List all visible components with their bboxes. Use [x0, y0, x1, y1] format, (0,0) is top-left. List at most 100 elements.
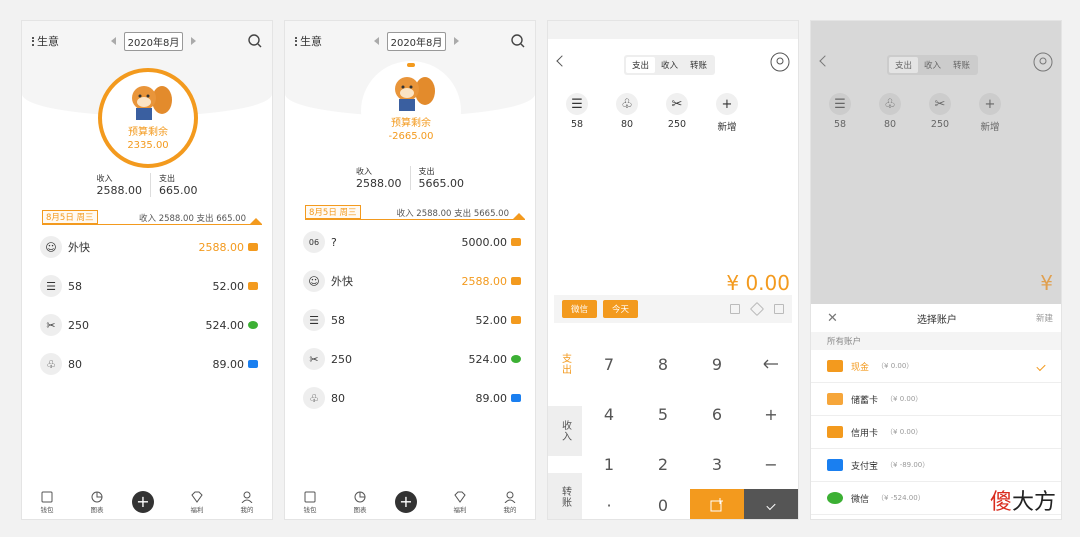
add-record-button[interactable]: + [395, 491, 425, 513]
key-plus[interactable]: + [744, 389, 798, 439]
account-button[interactable]: 微信 [562, 300, 598, 318]
mode-transfer[interactable]: 转账 [548, 473, 582, 519]
date-button[interactable]: 今天 [603, 300, 639, 318]
category-58[interactable]: ☰ 58 [562, 93, 592, 133]
ledger-menu[interactable]: 生意 [295, 33, 322, 49]
tab-profile[interactable]: 我的 [232, 491, 262, 514]
collapse-icon[interactable] [513, 213, 525, 219]
category-250: ✂ 250 [925, 93, 955, 133]
key-minus[interactable]: − [744, 439, 798, 489]
segment-expense[interactable]: 支出 [626, 57, 656, 73]
search-icon[interactable] [511, 34, 525, 48]
transaction-row[interactable]: ☰ 58 52.00 [40, 271, 258, 301]
tab-charts[interactable]: 图表 [82, 491, 112, 514]
transaction-row[interactable]: ☺ 外快 2588.00 [40, 232, 258, 262]
transaction-row[interactable]: ♧ 80 89.00 [40, 349, 258, 379]
budget-ring[interactable]: 预算剩余 -2665.00 [361, 61, 461, 161]
budget-ring[interactable]: 预算剩余 2335.00 [98, 68, 198, 168]
checkbox-icon[interactable] [774, 304, 784, 314]
tab-benefits[interactable]: 福利 [182, 491, 212, 514]
search-icon[interactable] [248, 34, 262, 48]
sheet-header: ✕ 选择账户 新建 [811, 304, 1061, 332]
prev-month-icon[interactable] [110, 37, 116, 45]
transaction-row[interactable]: ✂ 250 524.00 [40, 310, 258, 340]
month-label[interactable]: 2020年8月 [123, 31, 184, 51]
section-label: 所有账户 [811, 332, 1061, 350]
unknown-category-icon: 06 [303, 231, 325, 253]
category-add[interactable]: + 新增 [712, 93, 742, 133]
category-label: 250 [930, 119, 950, 130]
tab-wallet[interactable]: 钱包 [295, 491, 325, 514]
home-screen-1: 生意 2020年8月 预算剩余 2335.00 收入 2588.00 支出 665.… [21, 20, 273, 520]
account-alipay[interactable]: 支付宝 （¥ -89.00） [811, 449, 1061, 482]
segment-income[interactable]: 收入 [655, 57, 684, 73]
plus-circle-icon: + [979, 93, 1001, 115]
tag-icon[interactable] [749, 301, 765, 317]
key-6[interactable]: 6 [690, 389, 744, 439]
key-7[interactable]: 7 [582, 339, 636, 389]
account-credit[interactable]: 信用卡 （¥ 0.00） [811, 416, 1061, 449]
balloon-icon: ♧ [879, 93, 901, 115]
mode-income[interactable]: 收入 [548, 406, 582, 456]
category-250[interactable]: ✂ 250 [662, 93, 692, 133]
tab-label: 我的 [240, 505, 254, 514]
status-strip [548, 21, 798, 39]
tx-name: ? [331, 235, 337, 249]
month-label[interactable]: 2020年8月 [386, 31, 447, 51]
key-3[interactable]: 3 [690, 439, 744, 489]
add-record-button[interactable]: + [132, 491, 162, 513]
key-0[interactable]: 0 [636, 489, 690, 519]
cash-bundle-icon: ✂ [666, 93, 688, 115]
next-month-icon[interactable] [191, 37, 197, 45]
mode-expense[interactable]: 支出 [548, 339, 582, 389]
account-cash[interactable]: 现金 （¥ 0.00） [811, 350, 1061, 383]
collapse-icon[interactable] [250, 218, 262, 224]
type-segment: 支出 收入 转账 [624, 55, 716, 75]
watermark: 傻大方 [990, 484, 1056, 516]
key-dot[interactable]: · [582, 489, 636, 519]
key-8[interactable]: 8 [636, 339, 690, 389]
transaction-row[interactable]: ♧ 80 89.00 [303, 383, 521, 413]
key-5[interactable]: 5 [636, 389, 690, 439]
prev-month-icon[interactable] [373, 37, 379, 45]
income-expense-summary: 收入 2588.00 支出 665.00 [22, 173, 272, 197]
category-80[interactable]: ♧ 80 [612, 93, 642, 133]
next-month-icon[interactable] [454, 37, 460, 45]
tx-name: 外快 [68, 241, 90, 254]
key-9[interactable]: 9 [690, 339, 744, 389]
transaction-row[interactable]: 06? 5000.00 [303, 227, 521, 257]
key-1[interactable]: 1 [582, 439, 636, 489]
ledger-menu[interactable]: 生意 [32, 33, 59, 49]
category-add: + 新增 [975, 93, 1005, 133]
note-icon[interactable] [730, 304, 740, 314]
side-job-icon: ☺ [303, 270, 325, 292]
wechat-icon [511, 355, 521, 363]
tab-profile[interactable]: 我的 [495, 491, 525, 514]
tab-bar: 钱包 图表 + 福利 我的 [285, 485, 535, 519]
close-icon[interactable]: ✕ [827, 311, 838, 326]
income-value: 2588.00 [96, 184, 143, 197]
tab-label: 钱包 [303, 505, 317, 514]
segment-transfer[interactable]: 转账 [684, 57, 713, 73]
tab-benefits[interactable]: 福利 [445, 491, 475, 514]
transaction-row[interactable]: ☺ 外快 2588.00 [303, 266, 521, 296]
account-savings[interactable]: 储蓄卡 （¥ 0.00） [811, 383, 1061, 416]
cash-icon [511, 277, 521, 285]
transaction-row[interactable]: ☰ 58 52.00 [303, 305, 521, 335]
expense-value: 5665.00 [418, 177, 465, 190]
day-tag: 8月5日 周三 [305, 205, 361, 219]
user-icon [504, 491, 516, 503]
tab-charts[interactable]: 图表 [345, 491, 375, 514]
save-and-new-button[interactable] [690, 489, 744, 519]
backspace-key[interactable] [744, 339, 798, 389]
confirm-button[interactable] [744, 489, 798, 519]
transaction-row[interactable]: ✂ 250 524.00 [303, 344, 521, 374]
voice-icon[interactable] [770, 52, 790, 72]
key-2[interactable]: 2 [636, 439, 690, 489]
back-icon[interactable] [556, 55, 568, 67]
key-4[interactable]: 4 [582, 389, 636, 439]
new-account-button[interactable]: 新建 [1036, 312, 1053, 324]
tab-wallet[interactable]: 钱包 [32, 491, 62, 514]
account-balance: （¥ -89.00） [886, 461, 930, 469]
amount-display: ¥ [1040, 271, 1053, 295]
